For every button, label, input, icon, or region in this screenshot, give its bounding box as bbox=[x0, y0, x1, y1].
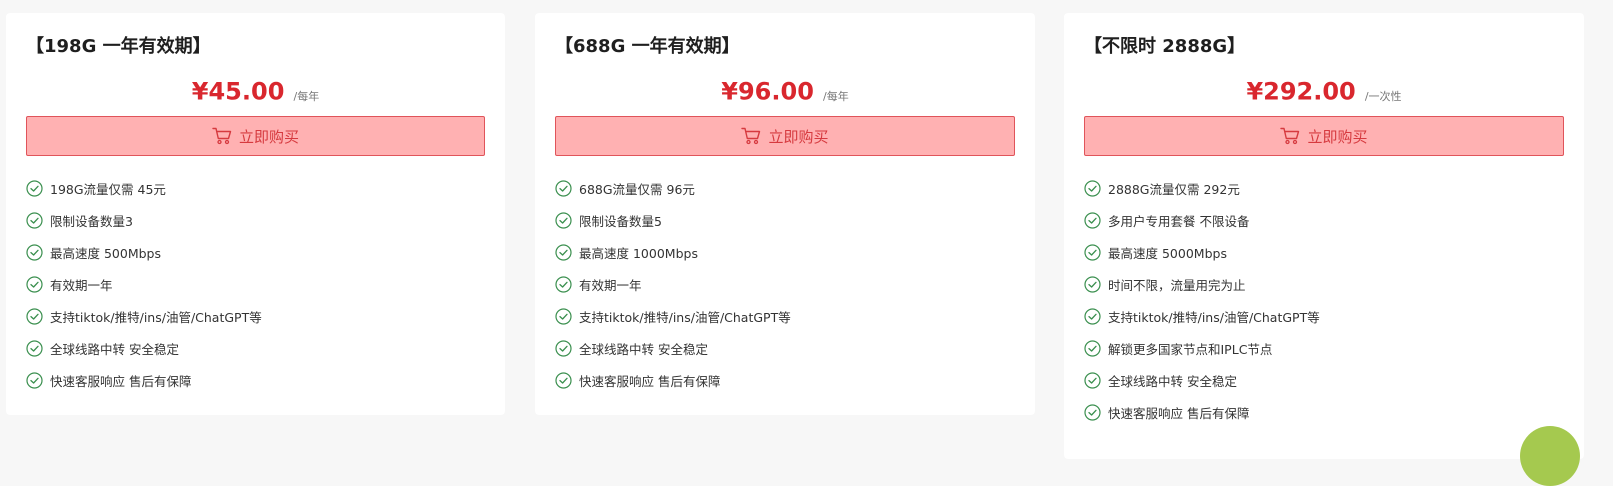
plan-price: ¥292.00 bbox=[1246, 77, 1356, 106]
check-circle-icon bbox=[26, 307, 43, 325]
feature-item: 限制设备数量5 bbox=[555, 204, 1015, 236]
buy-now-label: 立即购买 bbox=[238, 127, 299, 146]
feature-text: 全球线路中转 安全稳定 bbox=[1108, 373, 1237, 389]
feature-item: 全球线路中转 安全稳定 bbox=[555, 332, 1015, 364]
feature-text: 全球线路中转 安全稳定 bbox=[50, 341, 179, 357]
check-circle-icon bbox=[26, 211, 43, 229]
check-circle-icon bbox=[555, 275, 572, 293]
check-circle-icon bbox=[26, 179, 43, 197]
feature-text: 解锁更多国家节点和IPLC节点 bbox=[1108, 341, 1273, 357]
feature-text: 支持tiktok/推特/ins/油管/ChatGPT等 bbox=[1108, 309, 1320, 325]
feature-text: 支持tiktok/推特/ins/油管/ChatGPT等 bbox=[579, 309, 791, 325]
check-circle-icon bbox=[555, 179, 572, 197]
floating-action-button[interactable] bbox=[1520, 426, 1580, 486]
buy-now-button[interactable]: 立即购买 bbox=[26, 116, 485, 156]
feature-text: 快速客服响应 售后有保障 bbox=[1108, 405, 1250, 421]
feature-item: 有效期一年 bbox=[555, 268, 1015, 300]
feature-item: 198G流量仅需 45元 bbox=[26, 172, 485, 204]
cart-icon bbox=[1280, 127, 1300, 145]
feature-text: 多用户专用套餐 不限设备 bbox=[1108, 213, 1250, 229]
plan-period: /一次性 bbox=[1364, 90, 1402, 103]
plan-title: 【198G 一年有效期】 bbox=[26, 36, 211, 57]
feature-text: 限制设备数量3 bbox=[50, 213, 133, 229]
check-circle-icon bbox=[1084, 275, 1101, 293]
check-circle-icon bbox=[1084, 403, 1101, 421]
check-circle-icon bbox=[1084, 211, 1101, 229]
cart-icon bbox=[741, 127, 761, 145]
plan-period: /每年 bbox=[293, 90, 320, 103]
feature-text: 时间不限，流量用完为止 bbox=[1108, 277, 1246, 293]
plan-card-688g: 【688G 一年有效期】 ¥96.00 /每年 立即购买 688G流量仅需 96… bbox=[535, 13, 1035, 415]
feature-item: 支持tiktok/推特/ins/油管/ChatGPT等 bbox=[555, 300, 1015, 332]
check-circle-icon bbox=[26, 243, 43, 261]
feature-text: 支持tiktok/推特/ins/油管/ChatGPT等 bbox=[50, 309, 262, 325]
plan-title: 【688G 一年有效期】 bbox=[555, 36, 740, 57]
feature-text: 有效期一年 bbox=[50, 277, 113, 293]
feature-text: 快速客服响应 售后有保障 bbox=[50, 373, 192, 389]
check-circle-icon bbox=[1084, 371, 1101, 389]
feature-item: 支持tiktok/推特/ins/油管/ChatGPT等 bbox=[1084, 300, 1564, 332]
feature-item: 限制设备数量3 bbox=[26, 204, 485, 236]
cart-icon bbox=[212, 127, 232, 145]
check-circle-icon bbox=[555, 243, 572, 261]
feature-list: 198G流量仅需 45元 限制设备数量3 最高速度 500Mbps 有效期一年 … bbox=[26, 172, 485, 396]
feature-item: 最高速度 1000Mbps bbox=[555, 236, 1015, 268]
feature-item: 最高速度 500Mbps bbox=[26, 236, 485, 268]
feature-text: 限制设备数量5 bbox=[579, 213, 662, 229]
feature-item: 有效期一年 bbox=[26, 268, 485, 300]
feature-item: 688G流量仅需 96元 bbox=[555, 172, 1015, 204]
plan-price: ¥96.00 bbox=[721, 77, 814, 106]
feature-item: 快速客服响应 售后有保障 bbox=[555, 364, 1015, 396]
feature-item: 快速客服响应 售后有保障 bbox=[1084, 396, 1564, 428]
feature-item: 时间不限，流量用完为止 bbox=[1084, 268, 1564, 300]
plan-card-198g: 【198G 一年有效期】 ¥45.00 /每年 立即购买 198G流量仅需 45… bbox=[6, 13, 505, 415]
check-circle-icon bbox=[555, 307, 572, 325]
feature-text: 最高速度 1000Mbps bbox=[579, 245, 698, 261]
feature-text: 有效期一年 bbox=[579, 277, 642, 293]
feature-text: 最高速度 5000Mbps bbox=[1108, 245, 1227, 261]
check-circle-icon bbox=[1084, 307, 1101, 325]
feature-item: 解锁更多国家节点和IPLC节点 bbox=[1084, 332, 1564, 364]
feature-text: 最高速度 500Mbps bbox=[50, 245, 161, 261]
check-circle-icon bbox=[26, 371, 43, 389]
check-circle-icon bbox=[555, 339, 572, 357]
feature-item: 全球线路中转 安全稳定 bbox=[26, 332, 485, 364]
feature-text: 688G流量仅需 96元 bbox=[579, 181, 695, 197]
price-row: ¥292.00 /一次性 bbox=[1084, 76, 1564, 106]
feature-text: 全球线路中转 安全稳定 bbox=[579, 341, 708, 357]
feature-list: 2888G流量仅需 292元 多用户专用套餐 不限设备 最高速度 5000Mbp… bbox=[1084, 172, 1564, 428]
pricing-plans: 【198G 一年有效期】 ¥45.00 /每年 立即购买 198G流量仅需 45… bbox=[6, 13, 1613, 459]
feature-text: 快速客服响应 售后有保障 bbox=[579, 373, 721, 389]
feature-text: 198G流量仅需 45元 bbox=[50, 181, 166, 197]
check-circle-icon bbox=[555, 211, 572, 229]
plan-title: 【不限时 2888G】 bbox=[1084, 36, 1246, 57]
feature-item: 全球线路中转 安全稳定 bbox=[1084, 364, 1564, 396]
check-circle-icon bbox=[1084, 179, 1101, 197]
check-circle-icon bbox=[26, 275, 43, 293]
buy-now-label: 立即购买 bbox=[768, 127, 829, 146]
check-circle-icon bbox=[26, 339, 43, 357]
feature-item: 快速客服响应 售后有保障 bbox=[26, 364, 485, 396]
feature-item: 多用户专用套餐 不限设备 bbox=[1084, 204, 1564, 236]
plan-card-2888g: 【不限时 2888G】 ¥292.00 /一次性 立即购买 2888G流量仅需 … bbox=[1064, 13, 1584, 459]
price-row: ¥45.00 /每年 bbox=[26, 76, 485, 106]
feature-list: 688G流量仅需 96元 限制设备数量5 最高速度 1000Mbps 有效期一年… bbox=[555, 172, 1015, 396]
buy-now-button[interactable]: 立即购买 bbox=[1084, 116, 1564, 156]
buy-now-label: 立即购买 bbox=[1307, 127, 1368, 146]
check-circle-icon bbox=[555, 371, 572, 389]
feature-item: 最高速度 5000Mbps bbox=[1084, 236, 1564, 268]
check-circle-icon bbox=[1084, 243, 1101, 261]
plan-price: ¥45.00 bbox=[191, 77, 285, 106]
feature-text: 2888G流量仅需 292元 bbox=[1108, 181, 1240, 197]
plan-period: /每年 bbox=[823, 90, 849, 103]
check-circle-icon bbox=[1084, 339, 1101, 357]
feature-item: 支持tiktok/推特/ins/油管/ChatGPT等 bbox=[26, 300, 485, 332]
feature-item: 2888G流量仅需 292元 bbox=[1084, 172, 1564, 204]
price-row: ¥96.00 /每年 bbox=[555, 76, 1015, 106]
buy-now-button[interactable]: 立即购买 bbox=[555, 116, 1015, 156]
